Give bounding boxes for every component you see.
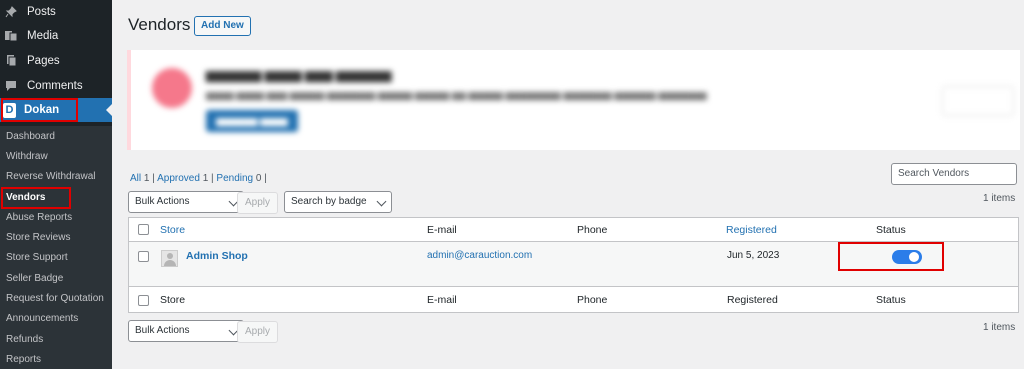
notice-blurred-content: ▆▆▆▆▆▆ ▆▆▆▆ ▆▆▆ ▆▆▆▆▆▆ ▆▆▆▆ ▆▆▆▆ ▆▆▆ ▆▆▆…	[131, 50, 1020, 150]
blurred-notice-banner: ▆▆▆▆▆▆ ▆▆▆▆ ▆▆▆ ▆▆▆▆▆▆ ▆▆▆▆ ▆▆▆▆ ▆▆▆ ▆▆▆…	[127, 50, 1020, 150]
notice-text: ▆▆▆▆ ▆▆▆▆ ▆▆▆ ▆▆▆▆▆ ▆▆▆▆▆▆▆ ▆▆▆▆▆ ▆▆▆▆▆ …	[206, 90, 707, 100]
select-all-checkbox[interactable]	[138, 224, 149, 235]
filter-separator: |	[211, 173, 214, 184]
menu-posts[interactable]: Posts	[0, 0, 112, 23]
filter-all-count: 1	[143, 173, 150, 184]
submenu-withdraw[interactable]: Withdraw	[0, 146, 112, 166]
apply-button-bottom[interactable]: Apply	[237, 321, 279, 343]
dokan-submenu: Dashboard Withdraw Reverse Withdrawal Ve…	[0, 126, 112, 369]
bulk-actions-select-top[interactable]: Bulk Actions	[128, 191, 244, 213]
submenu-store-reviews[interactable]: Store Reviews	[0, 227, 112, 247]
row-checkbox[interactable]	[138, 251, 149, 262]
submenu-reports[interactable]: Reports	[0, 349, 112, 369]
media-icon	[4, 29, 18, 43]
submenu-reverse-withdrawal[interactable]: Reverse Withdrawal	[0, 167, 112, 187]
footer-column-status: Status	[876, 294, 906, 306]
menu-label: Pages	[27, 54, 60, 67]
search-vendors-input[interactable]: Search Vendors	[891, 163, 1017, 185]
select-value: Bulk Actions	[135, 196, 190, 207]
store-name-link[interactable]: Admin Shop	[186, 250, 248, 262]
submenu-refunds[interactable]: Refunds	[0, 329, 112, 349]
pushpin-icon	[4, 5, 18, 19]
pages-icon	[4, 54, 18, 68]
filter-separator: |	[264, 173, 267, 184]
comment-icon	[4, 79, 18, 93]
column-registered-sortable[interactable]: Registered	[726, 224, 777, 236]
menu-label: Comments	[27, 79, 83, 92]
select-value: Search by badge	[291, 196, 367, 207]
menu-label: Media	[27, 29, 59, 42]
vendors-table: Store E-mail Phone Registered Status Adm…	[128, 217, 1019, 313]
table-header-row: Store E-mail Phone Registered Status	[129, 218, 1018, 242]
submenu-store-support[interactable]: Store Support	[0, 248, 112, 268]
bulk-actions-select-bottom[interactable]: Bulk Actions	[128, 320, 244, 342]
menu-pages[interactable]: Pages	[0, 48, 112, 73]
notice-secondary-button	[942, 86, 1014, 116]
submenu-request-for-quotation[interactable]: Request for Quotation	[0, 288, 112, 308]
items-count-bottom: 1 items	[983, 322, 1016, 333]
filter-pending-count: 0	[255, 173, 262, 184]
chevron-down-icon	[376, 196, 387, 207]
menu-media[interactable]: Media	[0, 23, 112, 48]
search-by-badge-select[interactable]: Search by badge	[284, 191, 392, 213]
notice-action-button: ▆▆▆▆▆▆ ▆▆▆▆	[206, 110, 298, 132]
submenu-announcements[interactable]: Announcements	[0, 309, 112, 329]
footer-column-store: Store	[160, 294, 186, 306]
add-new-button[interactable]: Add New	[194, 16, 251, 36]
submenu-dashboard[interactable]: Dashboard	[0, 126, 112, 146]
registered-date: Jun 5, 2023	[727, 250, 780, 261]
main-content: Vendors Add New ▆▆▆▆▆▆ ▆▆▆▆ ▆▆▆ ▆▆▆▆▆▆ ▆…	[112, 0, 1024, 369]
menu-comments[interactable]: Comments	[0, 73, 112, 98]
page-title: Vendors	[128, 15, 191, 34]
admin-sidebar: Posts Media Pages Comments D Dokan Dashb…	[0, 0, 112, 369]
select-all-checkbox-footer[interactable]	[138, 295, 149, 306]
vendor-email-link[interactable]: admin@carauction.com	[427, 250, 532, 261]
column-phone: Phone	[577, 224, 608, 236]
filter-approved-link[interactable]: Approved	[157, 173, 200, 184]
filter-separator: |	[152, 173, 155, 184]
apply-button-top[interactable]: Apply	[237, 192, 279, 214]
filter-all-link[interactable]: All	[130, 173, 141, 184]
status-toggle[interactable]	[892, 250, 922, 264]
items-count-top: 1 items	[983, 193, 1016, 204]
column-email: E-mail	[427, 224, 457, 236]
table-row: Admin Shop admin@carauction.com Jun 5, 2…	[129, 242, 1018, 287]
menu-label: Posts	[27, 5, 56, 18]
filter-approved-count: 1	[202, 173, 209, 184]
menu-dokan[interactable]: D Dokan	[0, 98, 112, 122]
dokan-logo-icon: D	[3, 102, 16, 118]
table-footer-row: Store E-mail Phone Registered Status	[129, 288, 1018, 313]
avatar	[161, 250, 178, 267]
footer-column-email: E-mail	[427, 294, 457, 306]
column-status: Status	[876, 224, 906, 236]
filter-pending-link[interactable]: Pending	[216, 173, 253, 184]
select-value: Bulk Actions	[135, 325, 190, 336]
menu-label: Dokan	[24, 104, 60, 116]
notice-logo-icon	[152, 68, 192, 108]
submenu-vendors[interactable]: Vendors	[0, 187, 112, 207]
footer-column-registered: Registered	[727, 294, 778, 306]
submenu-seller-badge[interactable]: Seller Badge	[0, 268, 112, 288]
submenu-abuse-reports[interactable]: Abuse Reports	[0, 207, 112, 227]
notice-title: ▆▆▆▆▆▆ ▆▆▆▆ ▆▆▆ ▆▆▆▆▆▆	[206, 68, 392, 82]
status-filter-links: All 1 | Approved 1 | Pending 0 |	[130, 173, 267, 184]
footer-column-phone: Phone	[577, 294, 608, 306]
column-store-sortable[interactable]: Store	[160, 224, 185, 236]
